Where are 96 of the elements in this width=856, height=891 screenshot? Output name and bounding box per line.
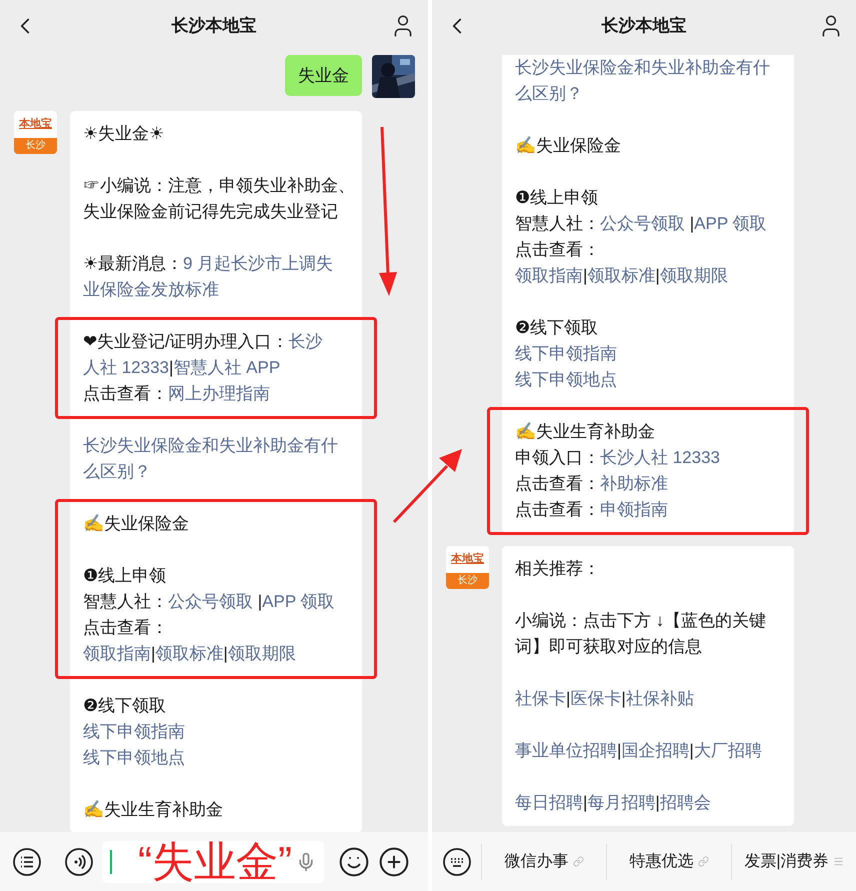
link[interactable]: 长沙失业保险金和失业补助金有什 bbox=[515, 58, 770, 77]
keyboard-icon[interactable] bbox=[442, 846, 472, 876]
message-text: | bbox=[583, 793, 588, 812]
link[interactable]: 么区别？ bbox=[515, 84, 583, 103]
link[interactable]: 9 月起长沙市上调失 bbox=[183, 254, 334, 273]
message-text: 点击查看： bbox=[515, 474, 600, 493]
menu-tab[interactable]: 发票|消费券 bbox=[732, 844, 856, 880]
menu-icon[interactable] bbox=[12, 846, 42, 876]
menu-tab[interactable]: 特惠优选 bbox=[607, 844, 732, 880]
link[interactable]: 长沙人社 12333 bbox=[600, 448, 720, 467]
link[interactable]: 每日招聘 bbox=[515, 793, 583, 812]
link-icon bbox=[698, 856, 708, 867]
link[interactable]: 医保卡 bbox=[570, 689, 622, 708]
link[interactable]: 业保险金发放标准 bbox=[83, 280, 219, 299]
message-text: ✍失业保险金 bbox=[83, 514, 189, 533]
link[interactable]: 领取指南 bbox=[83, 644, 151, 663]
message-text: 词】即可获取对应的信息 bbox=[515, 637, 702, 656]
link[interactable]: 领取期限 bbox=[660, 266, 728, 285]
link[interactable]: 智慧人社 APP bbox=[173, 358, 280, 377]
link[interactable]: 事业单位招聘 bbox=[515, 741, 617, 760]
link[interactable]: 招聘会 bbox=[660, 793, 711, 812]
message-text: ❷线下领取 bbox=[515, 318, 598, 337]
link[interactable]: APP 领取 bbox=[262, 592, 335, 611]
message-text: | bbox=[566, 689, 570, 708]
message-text: | bbox=[258, 592, 262, 611]
link[interactable]: 么区别？ bbox=[83, 462, 151, 481]
link[interactable]: 公众号领取 bbox=[168, 592, 258, 611]
link[interactable]: 长沙 bbox=[288, 332, 323, 351]
message-text: 点击查看： bbox=[83, 618, 168, 637]
message-text: 点击查看： bbox=[515, 240, 600, 259]
sent-bubble: 失业金 bbox=[285, 55, 362, 96]
message-text: | bbox=[169, 358, 174, 377]
emoji-icon[interactable] bbox=[338, 846, 370, 878]
link[interactable]: 公众号领取 bbox=[600, 214, 690, 233]
message-input[interactable]: “失业金” bbox=[102, 840, 324, 882]
chat-title: 长沙本地宝 bbox=[602, 15, 686, 38]
message-text: ☀失业金☀ bbox=[83, 124, 164, 143]
message-text: ✍失业保险金 bbox=[515, 136, 621, 155]
menu-label: 微信办事 bbox=[504, 852, 568, 872]
link-icon bbox=[572, 856, 584, 867]
message-text: | bbox=[690, 214, 694, 233]
message-text: ❷线下领取 bbox=[83, 696, 166, 715]
message-text: ☀最新消息： bbox=[83, 254, 183, 273]
message-text: ✍失业生育补助金 bbox=[515, 422, 655, 441]
link[interactable]: 人社 12333 bbox=[83, 358, 169, 377]
link[interactable]: 领取标准 bbox=[587, 266, 656, 285]
message-text: | bbox=[621, 689, 626, 708]
message-text: 小编说：点击下方 ↓【蓝色的关键 bbox=[515, 611, 766, 630]
link[interactable]: 国企招聘 bbox=[621, 741, 690, 760]
city-text: 长沙 bbox=[458, 576, 478, 586]
message-text: 智慧人社： bbox=[83, 592, 168, 611]
link[interactable]: 线下申领地点 bbox=[515, 370, 617, 389]
message-text: 相关推荐： bbox=[515, 559, 600, 578]
link[interactable]: 线下申领地点 bbox=[83, 748, 185, 767]
link[interactable]: APP 领取 bbox=[694, 214, 767, 233]
link[interactable]: 领取期限 bbox=[228, 644, 296, 663]
message-text: | bbox=[655, 793, 660, 812]
annotation-text: “失业金” bbox=[138, 840, 292, 882]
link[interactable]: 线下申领指南 bbox=[515, 344, 617, 363]
link[interactable]: 社保补贴 bbox=[626, 689, 694, 708]
message-text: ❶线上申领 bbox=[515, 188, 598, 207]
message-text: ❶线上申领 bbox=[83, 566, 166, 585]
voice-icon[interactable] bbox=[64, 846, 94, 876]
link[interactable]: 网上办理指南 bbox=[168, 384, 270, 403]
menu-label: 发票|消费券 bbox=[744, 852, 829, 872]
message-text: ☞小编说：注意，申领失业补助金、 bbox=[83, 176, 355, 195]
menu-tab[interactable]: 微信办事 bbox=[482, 844, 607, 880]
link[interactable]: 申领指南 bbox=[600, 500, 668, 519]
message-text: 失业保险金前记得先完成失业登记 bbox=[83, 202, 338, 221]
logo-text: 本地宝 bbox=[451, 554, 484, 565]
link[interactable]: 大厂招聘 bbox=[694, 741, 762, 760]
add-icon[interactable] bbox=[378, 846, 410, 878]
message-text: ❤失业登记/证明办理入口： bbox=[83, 332, 289, 351]
link[interactable]: 领取标准 bbox=[155, 644, 224, 663]
menu-label: 特惠优选 bbox=[630, 852, 694, 872]
submenu-icon bbox=[832, 856, 844, 867]
chat-title: 长沙本地宝 bbox=[172, 15, 256, 38]
message-text: | bbox=[151, 644, 156, 663]
message-text: 点击查看： bbox=[515, 500, 600, 519]
link[interactable]: 社保卡 bbox=[515, 689, 566, 708]
link[interactable]: 领取指南 bbox=[515, 266, 583, 285]
link[interactable]: 线下申领指南 bbox=[83, 722, 185, 741]
message-text: | bbox=[583, 266, 588, 285]
message-text: 申领入口： bbox=[515, 448, 600, 467]
message-text: ✍失业生育补助金 bbox=[83, 800, 223, 819]
message-text: 点击查看： bbox=[83, 384, 168, 403]
link[interactable]: 长沙失业保险金和失业补助金有什 bbox=[83, 436, 338, 455]
link[interactable]: 每月招聘 bbox=[587, 793, 656, 812]
message-text: | bbox=[655, 266, 660, 285]
message-text: | bbox=[223, 644, 228, 663]
logo-text: 本地宝 bbox=[19, 119, 52, 130]
message-text: 智慧人社： bbox=[515, 214, 600, 233]
message-text: | bbox=[617, 741, 622, 760]
message-text: | bbox=[689, 741, 694, 760]
link[interactable]: 补助标准 bbox=[600, 474, 668, 493]
city-text: 长沙 bbox=[26, 141, 46, 151]
